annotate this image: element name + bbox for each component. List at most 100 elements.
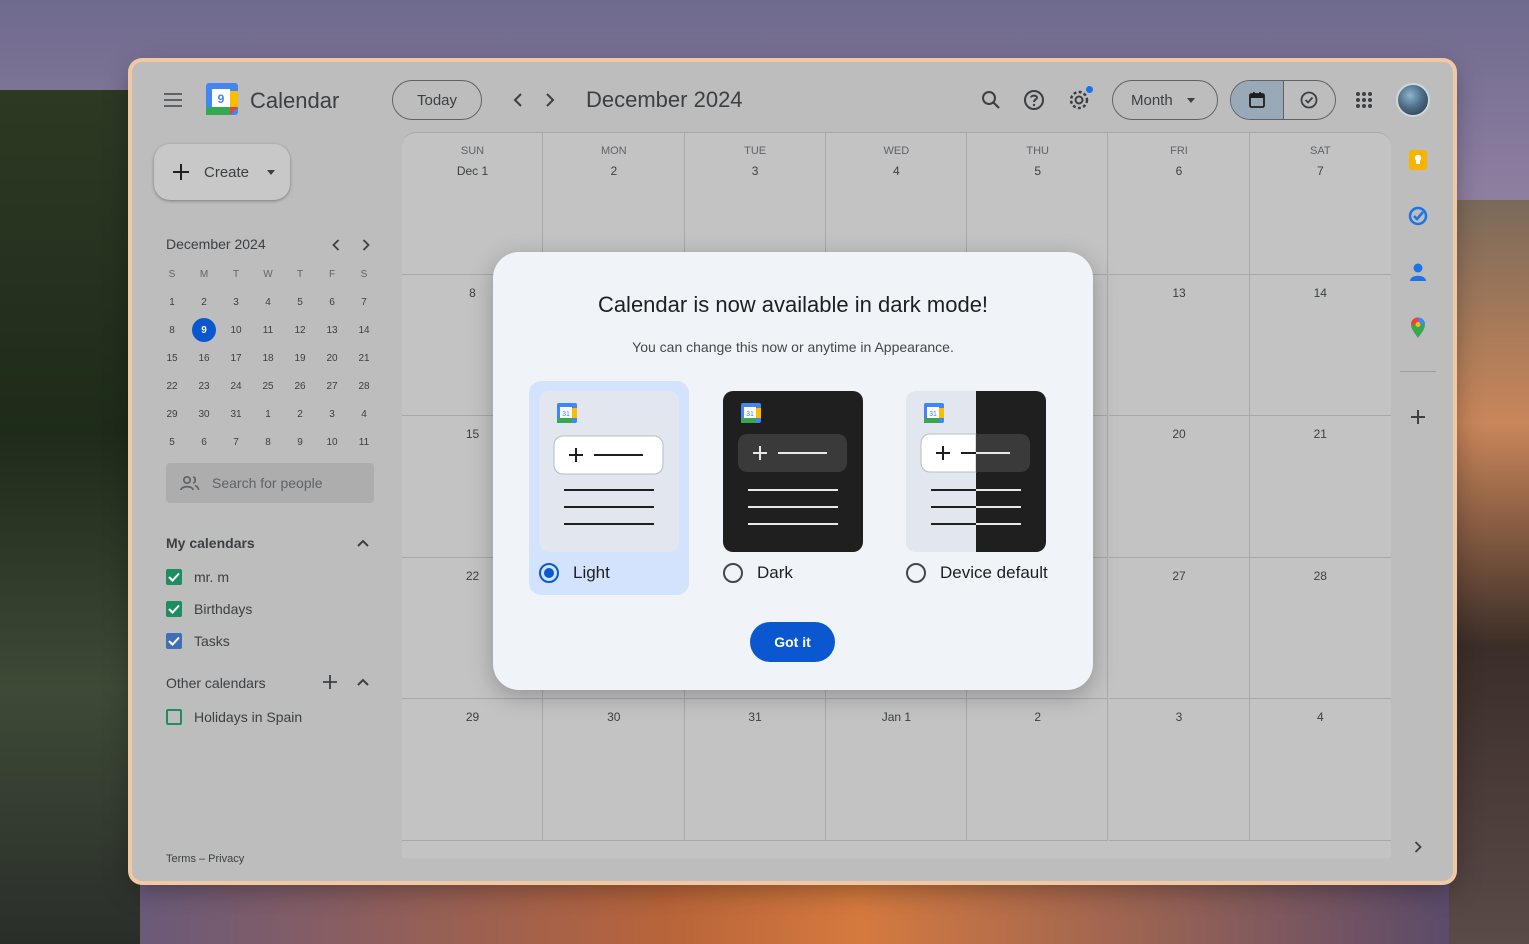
mini-calendar-day[interactable]: 31 <box>220 400 252 428</box>
google-apps-button[interactable] <box>1346 82 1382 118</box>
mini-calendar-day[interactable]: 7 <box>220 428 252 456</box>
mini-calendar-day[interactable]: 8 <box>252 428 284 456</box>
mini-calendar-day[interactable]: 10 <box>316 428 348 456</box>
tasks-app-button[interactable] <box>1403 201 1433 231</box>
search-people-input[interactable]: Search for people <box>166 463 374 503</box>
day-number[interactable]: 21 <box>1250 427 1391 441</box>
mini-calendar-next-button[interactable] <box>355 234 377 256</box>
terms-privacy-links[interactable]: Terms – Privacy <box>166 853 244 865</box>
maps-app-button[interactable] <box>1403 313 1433 343</box>
day-number[interactable]: 31 <box>685 710 826 724</box>
day-number[interactable]: Jan 1 <box>826 710 967 724</box>
calendar-checkbox[interactable] <box>166 633 182 649</box>
today-button[interactable]: Today <box>392 80 482 120</box>
search-button[interactable] <box>973 82 1009 118</box>
mini-calendar-day[interactable]: 3 <box>316 400 348 428</box>
day-number[interactable]: 7 <box>1250 164 1391 178</box>
mini-calendar-day[interactable]: 21 <box>348 344 380 372</box>
mini-calendar-day[interactable]: 18 <box>252 344 284 372</box>
calendar-list-item[interactable]: Tasks <box>166 633 230 649</box>
mini-calendar-day[interactable]: 10 <box>220 316 252 344</box>
calendar-checkbox[interactable] <box>166 709 182 725</box>
mini-calendar-day[interactable]: 25 <box>252 372 284 400</box>
mini-calendar-day[interactable]: 5 <box>156 428 188 456</box>
radio-device-default[interactable] <box>906 563 926 583</box>
mini-calendar-day[interactable]: 1 <box>156 288 188 316</box>
day-number[interactable]: Dec 1 <box>402 164 543 178</box>
my-calendars-collapse-button[interactable] <box>352 532 374 554</box>
mini-calendar-day[interactable]: 14 <box>348 316 380 344</box>
create-button[interactable]: Create <box>154 144 290 200</box>
mini-calendar-day[interactable]: 8 <box>156 316 188 344</box>
mini-calendar-day[interactable]: 19 <box>284 344 316 372</box>
view-selector[interactable]: Month <box>1112 80 1218 120</box>
mini-calendar-day[interactable]: 9 <box>284 428 316 456</box>
theme-option-device-default[interactable]: 31 Device default <box>896 381 1056 595</box>
get-add-ons-button[interactable] <box>1403 402 1433 432</box>
mini-calendar-day[interactable]: 17 <box>220 344 252 372</box>
mini-calendar-day[interactable]: 6 <box>188 428 220 456</box>
next-period-button[interactable] <box>532 82 568 118</box>
calendar-view-toggle[interactable] <box>1231 81 1284 119</box>
tasks-view-toggle[interactable] <box>1284 81 1336 119</box>
day-number[interactable]: 27 <box>1109 569 1250 583</box>
mini-calendar-day[interactable]: 9 <box>188 316 220 344</box>
previous-period-button[interactable] <box>500 82 536 118</box>
mini-calendar-day[interactable]: 2 <box>284 400 316 428</box>
mini-calendar-day[interactable]: 4 <box>252 288 284 316</box>
day-number[interactable]: 14 <box>1250 286 1391 300</box>
mini-calendar-day[interactable]: 3 <box>220 288 252 316</box>
mini-calendar-day[interactable]: 27 <box>316 372 348 400</box>
mini-calendar-day[interactable]: 29 <box>156 400 188 428</box>
add-other-calendar-button[interactable] <box>319 671 341 693</box>
got-it-button[interactable]: Got it <box>750 622 835 662</box>
mini-calendar-day[interactable]: 4 <box>348 400 380 428</box>
calendar-list-item[interactable]: mr. m <box>166 569 229 585</box>
mini-calendar-day[interactable]: 2 <box>188 288 220 316</box>
day-number[interactable]: 5 <box>967 164 1108 178</box>
day-number[interactable]: 30 <box>543 710 684 724</box>
other-calendars-title[interactable]: Other calendars <box>166 675 266 691</box>
mini-calendar-day[interactable]: 24 <box>220 372 252 400</box>
show-side-panel-button[interactable] <box>1403 832 1433 862</box>
mini-calendar-day[interactable]: 28 <box>348 372 380 400</box>
calendar-checkbox[interactable] <box>166 601 182 617</box>
my-calendars-title[interactable]: My calendars <box>166 535 255 551</box>
mini-calendar-day[interactable]: 16 <box>188 344 220 372</box>
mini-calendar-day[interactable]: 7 <box>348 288 380 316</box>
day-number[interactable]: 13 <box>1109 286 1250 300</box>
contacts-app-button[interactable] <box>1403 257 1433 287</box>
day-number[interactable]: 2 <box>967 710 1108 724</box>
settings-button[interactable] <box>1061 82 1097 118</box>
mini-calendar-day[interactable]: 1 <box>252 400 284 428</box>
theme-option-dark[interactable]: 31 Dark <box>713 381 873 595</box>
mini-calendar-day[interactable]: 5 <box>284 288 316 316</box>
radio-light[interactable] <box>539 563 559 583</box>
mini-calendar-day[interactable]: 11 <box>348 428 380 456</box>
mini-calendar-day[interactable]: 12 <box>284 316 316 344</box>
theme-option-light[interactable]: 31 Light <box>529 381 689 595</box>
mini-calendar-day[interactable]: 26 <box>284 372 316 400</box>
main-menu-button[interactable] <box>156 82 192 118</box>
day-number[interactable]: 3 <box>685 164 826 178</box>
mini-calendar-today[interactable]: 9 <box>192 318 216 342</box>
keep-app-button[interactable] <box>1403 145 1433 175</box>
day-number[interactable]: 20 <box>1109 427 1250 441</box>
mini-calendar-day[interactable]: 23 <box>188 372 220 400</box>
other-calendars-collapse-button[interactable] <box>352 671 374 693</box>
day-number[interactable]: 6 <box>1109 164 1250 178</box>
day-number[interactable]: 2 <box>543 164 684 178</box>
help-button[interactable] <box>1016 82 1052 118</box>
mini-calendar-day[interactable]: 15 <box>156 344 188 372</box>
day-number[interactable]: 29 <box>402 710 543 724</box>
mini-calendar-day[interactable]: 11 <box>252 316 284 344</box>
calendar-list-item[interactable]: Birthdays <box>166 601 252 617</box>
mini-calendar-day[interactable]: 6 <box>316 288 348 316</box>
radio-dark[interactable] <box>723 563 743 583</box>
day-number[interactable]: 4 <box>1250 710 1391 724</box>
day-number[interactable]: 28 <box>1250 569 1391 583</box>
mini-calendar-day[interactable]: 20 <box>316 344 348 372</box>
calendar-checkbox[interactable] <box>166 569 182 585</box>
mini-calendar-day[interactable]: 13 <box>316 316 348 344</box>
day-number[interactable]: 4 <box>826 164 967 178</box>
